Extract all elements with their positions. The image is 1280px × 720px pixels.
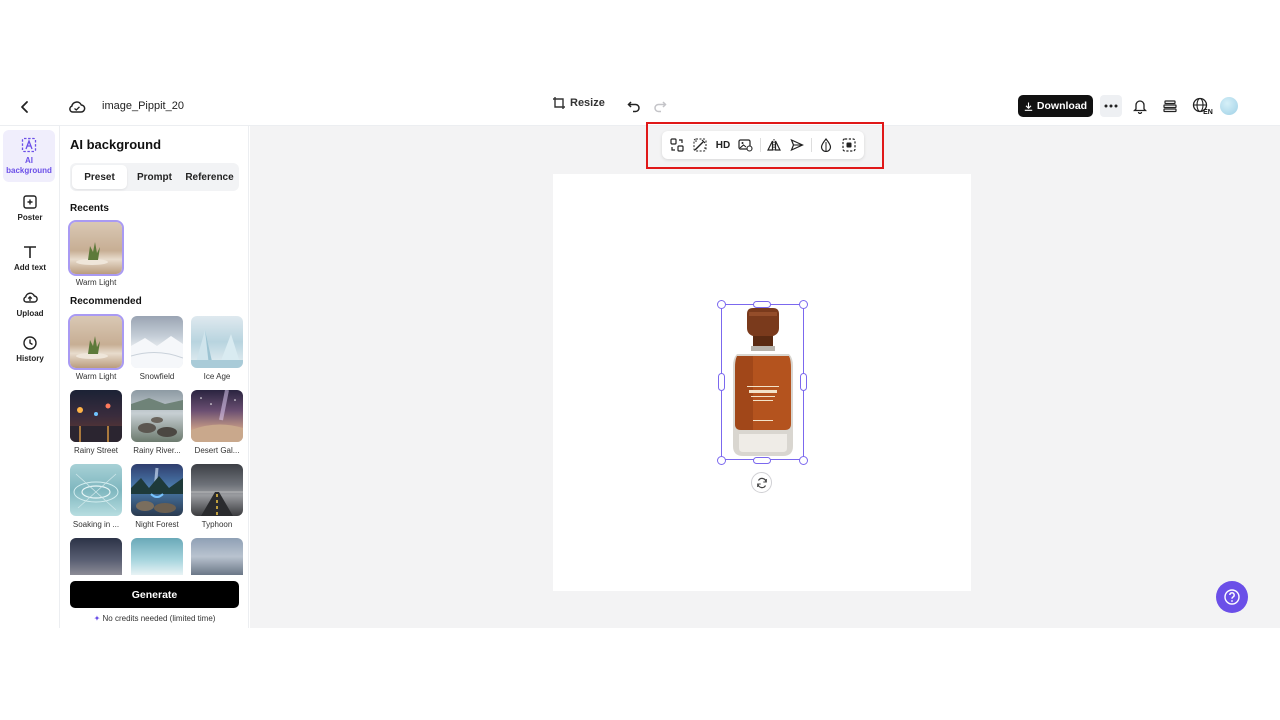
resize-handle-right[interactable] [800,373,807,391]
thumbnail-label: Rainy Street [73,446,119,455]
thumbnail-label: Warm Light [75,278,117,287]
rail-label-ai: AI [25,156,33,165]
resize-handle-bottom-right[interactable] [799,456,808,465]
language-globe-icon[interactable]: EN [1190,95,1214,119]
download-button[interactable]: Download [1018,95,1093,117]
upload-icon [23,292,38,303]
rotate-icon[interactable] [751,472,772,493]
layers-icon[interactable] [1160,96,1180,116]
resize-handle-top[interactable] [753,301,771,308]
ai-background-panel: AI background Preset Prompt Reference Re… [60,126,249,628]
cloud-save-icon[interactable] [66,96,88,118]
editor-app: image_Pippit_20 Resize Download EN AI ba… [0,88,1280,628]
preset-thumbnail-more-2[interactable] [131,538,183,575]
rail-label: Poster [17,213,43,222]
preset-thumbnail-desert-galaxy[interactable] [191,390,243,442]
redo-icon[interactable] [650,96,670,116]
tab-preset[interactable]: Preset [72,165,127,189]
language-badge: EN [1203,108,1213,116]
selection-box[interactable] [721,304,804,460]
recommended-heading: Recommended [70,296,142,307]
resize-handle-top-left[interactable] [717,300,726,309]
download-icon [1024,102,1033,111]
preset-thumbnail-snowfield[interactable] [131,316,183,368]
preset-thumbnail-typhoon[interactable] [191,464,243,516]
credits-note: ✦ No credits needed (limited time) [70,614,239,623]
preset-thumbnail-rainy-river[interactable] [131,390,183,442]
preset-thumbnail-ice-age[interactable] [191,316,243,368]
poster-icon [23,195,37,209]
rail-item-upload[interactable]: Upload [0,289,60,319]
top-bar: image_Pippit_20 Resize Download EN [0,88,1280,126]
preset-thumbnail-warm-light[interactable] [68,314,124,370]
history-icon [23,336,37,350]
canvas-workspace: HD [250,122,1280,628]
tab-reference[interactable]: Reference [182,165,237,189]
panel-tabs: Preset Prompt Reference [70,163,239,191]
back-icon[interactable] [14,96,36,118]
rail-item-poster[interactable]: Poster [0,193,60,223]
file-name[interactable]: image_Pippit_20 [102,100,184,112]
text-icon [24,246,36,258]
preset-thumbnail-soaking[interactable] [70,464,122,516]
credits-text: No credits needed (limited time) [102,614,216,623]
user-avatar[interactable] [1220,97,1238,115]
more-options-icon[interactable] [1100,95,1122,117]
rail-label: Upload [16,309,44,318]
rail-label: Add text [14,263,46,272]
panel-title: AI background [70,137,162,152]
rail-item-history[interactable]: History [0,334,60,364]
thumbnail-label: Soaking in ... [72,520,120,529]
resize-icon [553,97,565,109]
rail-label: History [16,354,44,363]
thumbnail-label: Typhoon [201,520,233,529]
undo-icon[interactable] [624,96,644,116]
resize-handle-bottom[interactable] [753,457,771,464]
design-canvas[interactable] [553,174,971,591]
tab-prompt[interactable]: Prompt [127,165,182,189]
left-rail: AI background Poster Add text Upload His… [0,126,60,628]
download-label: Download [1036,100,1088,112]
toolbar-highlight-box [646,122,884,169]
resize-handle-top-right[interactable] [799,300,808,309]
generate-button[interactable]: Generate [70,581,239,608]
rail-label-background: background [6,166,52,175]
rail-item-ai-background[interactable]: AI background [3,130,55,182]
thumbnail-label: Ice Age [203,372,231,381]
help-icon[interactable] [1216,581,1248,613]
preset-thumbnail-rainy-street[interactable] [70,390,122,442]
rail-item-add-text[interactable]: Add text [0,243,60,273]
resize-button[interactable]: Resize [552,96,605,110]
thumbnail-label: Warm Light [75,372,117,381]
thumbnail-label: Desert Gal... [194,446,240,455]
resize-handle-left[interactable] [718,373,725,391]
bell-icon[interactable] [1130,96,1150,116]
sparkle-icon: ✦ [93,614,101,623]
thumbnail-label: Rainy River... [133,446,181,455]
recents-heading: Recents [70,203,109,214]
preset-thumbnail-night-forest[interactable] [131,464,183,516]
preset-thumbnail-more-1[interactable] [70,538,122,575]
thumbnail-label: Snowfield [139,372,175,381]
resize-handle-bottom-left[interactable] [717,456,726,465]
preset-thumbnail-warm-light-recent[interactable] [68,220,124,276]
thumbnail-label: Night Forest [135,520,179,529]
ai-background-icon [21,137,37,153]
preset-thumbnail-more-3[interactable] [191,538,243,575]
resize-label: Resize [570,97,605,109]
